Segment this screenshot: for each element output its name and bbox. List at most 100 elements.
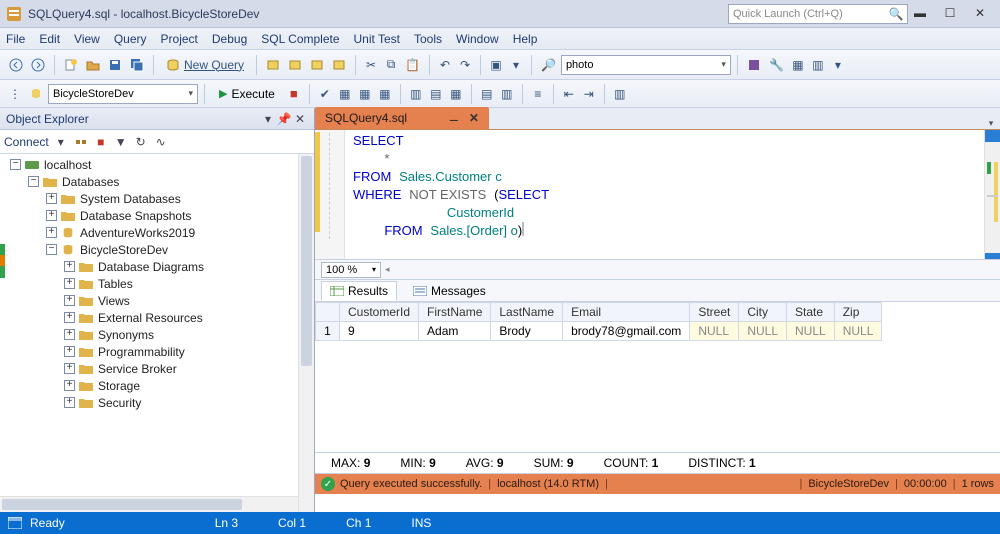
comment-button[interactable]: ▤ [478, 83, 496, 105]
code-text[interactable]: SELECT * FROM Sales.Customer c WHERE NOT… [345, 130, 984, 259]
paste-button[interactable]: 📋 [402, 54, 423, 76]
tab-results[interactable]: Results [321, 281, 397, 301]
menu-debug[interactable]: Debug [212, 32, 247, 46]
nav-forward-button[interactable] [28, 54, 48, 76]
display-plan-button[interactable]: ▦ [336, 83, 354, 105]
change-connection-button[interactable] [26, 83, 46, 105]
panel-close-button[interactable]: ✕ [292, 112, 308, 126]
col-firstname[interactable]: FirstName [419, 303, 491, 322]
mdx-button[interactable] [263, 54, 283, 76]
minimize-button[interactable]: ▬ [906, 4, 934, 24]
node-diagrams[interactable]: Database Diagrams [98, 260, 204, 274]
stop-button[interactable]: ■ [285, 83, 303, 105]
object-tree[interactable]: −localhost −Databases +System Databases … [0, 154, 298, 496]
menu-project[interactable]: Project [161, 32, 198, 46]
node-databases[interactable]: Databases [62, 175, 119, 189]
node-security[interactable]: Security [98, 396, 141, 410]
connect-dd[interactable]: ▾ [53, 134, 69, 150]
node-snapshots[interactable]: Database Snapshots [80, 209, 191, 223]
col-street[interactable]: Street [690, 303, 739, 322]
expander[interactable]: + [64, 346, 75, 357]
new-query-button[interactable]: New Query [160, 54, 250, 76]
connect-button[interactable]: Connect [4, 135, 49, 149]
expander[interactable]: + [64, 312, 75, 323]
node-views[interactable]: Views [98, 294, 130, 308]
col-customerid[interactable]: CustomerId [340, 303, 419, 322]
tab-sqlquery4[interactable]: SQLQuery4.sql ⚊ ✕ [315, 107, 489, 129]
maximize-button[interactable]: ☐ [936, 4, 964, 24]
undo-button[interactable]: ↶ [436, 54, 454, 76]
menu-file[interactable]: File [6, 32, 25, 46]
search-icon[interactable]: 🔍 [888, 7, 904, 21]
node-synonyms[interactable]: Synonyms [98, 328, 154, 342]
expander[interactable]: + [46, 227, 57, 238]
parse-button[interactable]: ✔ [316, 83, 334, 105]
startup-item-button[interactable]: ▣ [487, 54, 505, 76]
stop-refresh-button[interactable]: ■ [93, 134, 109, 150]
col-state[interactable]: State [787, 303, 835, 322]
results-grid-button[interactable]: ▥ [407, 83, 425, 105]
indent-button[interactable]: ≡ [529, 83, 547, 105]
menu-view[interactable]: View [74, 32, 100, 46]
expander[interactable]: + [46, 210, 57, 221]
expander[interactable]: − [28, 176, 39, 187]
tool-b3[interactable]: ▦ [789, 54, 807, 76]
results-text-button[interactable]: ▤ [427, 83, 445, 105]
col-rownum[interactable] [316, 303, 340, 322]
quick-launch-input[interactable]: Quick Launch (Ctrl+Q) [728, 4, 908, 24]
node-prog[interactable]: Programmability [98, 345, 185, 359]
save-button[interactable] [105, 54, 125, 76]
disconnect-button[interactable] [73, 134, 89, 150]
filter-button[interactable]: ▼ [113, 134, 129, 150]
menu-help[interactable]: Help [513, 32, 538, 46]
uncomment-button[interactable]: ▥ [498, 83, 516, 105]
dropdown-2[interactable]: ▾ [829, 54, 847, 76]
results-file-button[interactable]: ▦ [447, 83, 465, 105]
node-extres[interactable]: External Resources [98, 311, 203, 325]
database-combo[interactable]: BicycleStoreDev▾ [48, 84, 198, 104]
node-bsd[interactable]: BicycleStoreDev [80, 243, 168, 257]
node-storage[interactable]: Storage [98, 379, 140, 393]
save-all-button[interactable] [127, 54, 147, 76]
tool-b2[interactable]: 🔧 [766, 54, 787, 76]
specify-values-button[interactable]: ▥ [611, 83, 629, 105]
activity-button[interactable]: ∿ [153, 134, 169, 150]
node-tables[interactable]: Tables [98, 277, 133, 291]
expander[interactable]: + [64, 278, 75, 289]
expander[interactable]: + [64, 329, 75, 340]
tab-messages[interactable]: Messages [405, 282, 494, 300]
find-button[interactable]: 🔎 [538, 54, 559, 76]
menu-unittest[interactable]: Unit Test [354, 32, 400, 46]
minimap-scroll[interactable] [984, 130, 1000, 259]
expander[interactable]: + [64, 380, 75, 391]
tabs-dropdown[interactable]: ▾ [982, 118, 1000, 129]
nav-back-button[interactable] [6, 54, 26, 76]
outdent-left-button[interactable]: ⇤ [560, 83, 578, 105]
expander[interactable]: + [64, 261, 75, 272]
cut-button[interactable]: ✂ [362, 54, 380, 76]
tab-close-icon[interactable]: ✕ [469, 111, 479, 125]
panel-pin-button[interactable]: 📌 [276, 112, 292, 126]
menu-sqlcomplete[interactable]: SQL Complete [261, 32, 339, 46]
expander[interactable]: + [64, 363, 75, 374]
menu-edit[interactable]: Edit [39, 32, 60, 46]
outdent-right-button[interactable]: ⇥ [580, 83, 598, 105]
results-grid[interactable]: CustomerId FirstName LastName Email Stre… [315, 302, 1000, 452]
menu-query[interactable]: Query [114, 32, 147, 46]
zoom-combo[interactable]: 100 %▾ [321, 262, 381, 278]
refresh-button[interactable]: ↻ [133, 134, 149, 150]
dax-button[interactable] [329, 54, 349, 76]
execute-button[interactable]: ▶Execute [211, 83, 283, 105]
node-aw[interactable]: AdventureWorks2019 [80, 226, 195, 240]
grid-row[interactable]: 1 9 Adam Brody brody78@gmail.com NULL NU… [316, 322, 882, 341]
include-plan-button[interactable]: ▦ [356, 83, 374, 105]
search-combo[interactable]: photo▾ [561, 55, 731, 75]
expander[interactable]: + [64, 397, 75, 408]
expander[interactable]: + [46, 193, 57, 204]
new-item-button[interactable] [61, 54, 81, 76]
include-stats-button[interactable]: ▦ [376, 83, 394, 105]
dropdown-1[interactable]: ▾ [507, 54, 525, 76]
panel-dropdown-button[interactable]: ▾ [260, 112, 276, 126]
tool-b4[interactable]: ▥ [809, 54, 827, 76]
menu-window[interactable]: Window [456, 32, 499, 46]
